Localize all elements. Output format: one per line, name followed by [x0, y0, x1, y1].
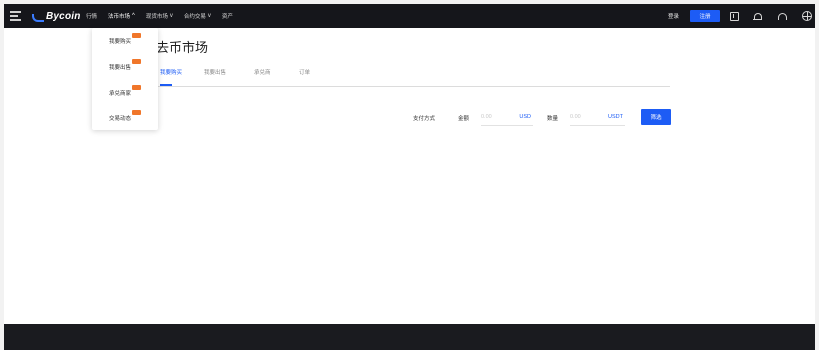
- chevron-down-icon: v: [207, 13, 211, 19]
- hot-badge-icon: [132, 110, 142, 115]
- tab-buy[interactable]: 我要购买: [160, 68, 182, 76]
- logo-text: Bycoin: [46, 10, 81, 22]
- quantity-unit: USDT: [608, 114, 623, 120]
- tab-bar: 我要购买 我要出售 承兑商 订单: [156, 68, 670, 87]
- payment-method-select[interactable]: 支付方式: [413, 114, 435, 122]
- login-link[interactable]: 登录: [668, 12, 679, 20]
- hot-badge-icon: [132, 59, 142, 64]
- bell-icon[interactable]: [752, 10, 764, 22]
- amount-label: 金额: [458, 116, 470, 122]
- tab-acceptor[interactable]: 承兑商: [254, 68, 271, 76]
- nav-item-spot-market[interactable]: 现货市场 v: [146, 12, 173, 20]
- footer: [4, 324, 815, 350]
- headset-icon[interactable]: [776, 10, 788, 22]
- nav-label: 合约交易: [183, 14, 206, 20]
- tab-orders[interactable]: 订单: [299, 68, 310, 76]
- dropdown-item-buy[interactable]: 我要购买: [109, 33, 142, 45]
- dropdown-item-sell[interactable]: 我要出售: [109, 59, 142, 71]
- dropdown-item-label: 我要出售: [109, 65, 132, 71]
- dropdown-item-label: 交易动态: [109, 116, 132, 122]
- chevron-down-icon: v: [169, 13, 173, 19]
- tab-sell[interactable]: 我要出售: [204, 68, 226, 76]
- dropdown-item-label: 我要购买: [109, 39, 132, 45]
- amount-input[interactable]: 0.00 USD: [481, 108, 533, 126]
- quantity-label: 数量: [547, 116, 559, 122]
- page-title: 去币市场: [156, 40, 209, 55]
- dropdown-item-label: 承兑商家: [109, 91, 132, 97]
- top-navbar: Bycoin 行情 法币市场 ^ 现货市场 v 合约交易 v 资产 登录 注册: [4, 4, 815, 28]
- dropdown-item-acceptor[interactable]: 承兑商家: [109, 85, 142, 97]
- amount-placeholder: 0.00: [481, 114, 492, 120]
- register-button[interactable]: 注册: [690, 10, 720, 22]
- fiat-market-dropdown: 我要购买 我要出售 承兑商家 交易动态: [92, 28, 158, 130]
- globe-icon[interactable]: [801, 10, 813, 22]
- menu-icon[interactable]: [10, 11, 21, 21]
- nav-label: 行情: [86, 14, 98, 20]
- logo-mark-icon: [32, 14, 44, 22]
- quantity-placeholder: 0.00: [570, 114, 581, 120]
- chevron-up-icon: ^: [132, 13, 135, 19]
- active-tab-indicator: [160, 84, 172, 86]
- hot-badge-icon: [132, 85, 142, 90]
- nav-label: 现货市场: [145, 14, 168, 20]
- nav-label: 资产: [221, 14, 233, 20]
- amount-unit: USD: [519, 114, 531, 120]
- nav-item-contract-trading[interactable]: 合约交易 v: [184, 12, 211, 20]
- nav-label: 法币市场: [108, 14, 131, 20]
- nav-item-fiat-market[interactable]: 法币市场 ^: [108, 12, 135, 20]
- filter-button[interactable]: 筛选: [641, 109, 671, 125]
- hot-badge-icon: [132, 33, 142, 38]
- download-icon[interactable]: [728, 10, 740, 22]
- nav-item-assets[interactable]: 资产: [222, 12, 233, 20]
- dropdown-item-trade-news[interactable]: 交易动态: [109, 110, 142, 122]
- screen-border-right: [815, 0, 819, 350]
- nav-item-market[interactable]: 行情: [86, 12, 97, 20]
- logo[interactable]: Bycoin: [32, 9, 81, 23]
- quantity-input[interactable]: 0.00 USDT: [570, 108, 625, 126]
- main-nav: 行情 法币市场 ^ 现货市场 v 合约交易 v 资产: [86, 4, 244, 28]
- screen-border-left: [0, 0, 4, 350]
